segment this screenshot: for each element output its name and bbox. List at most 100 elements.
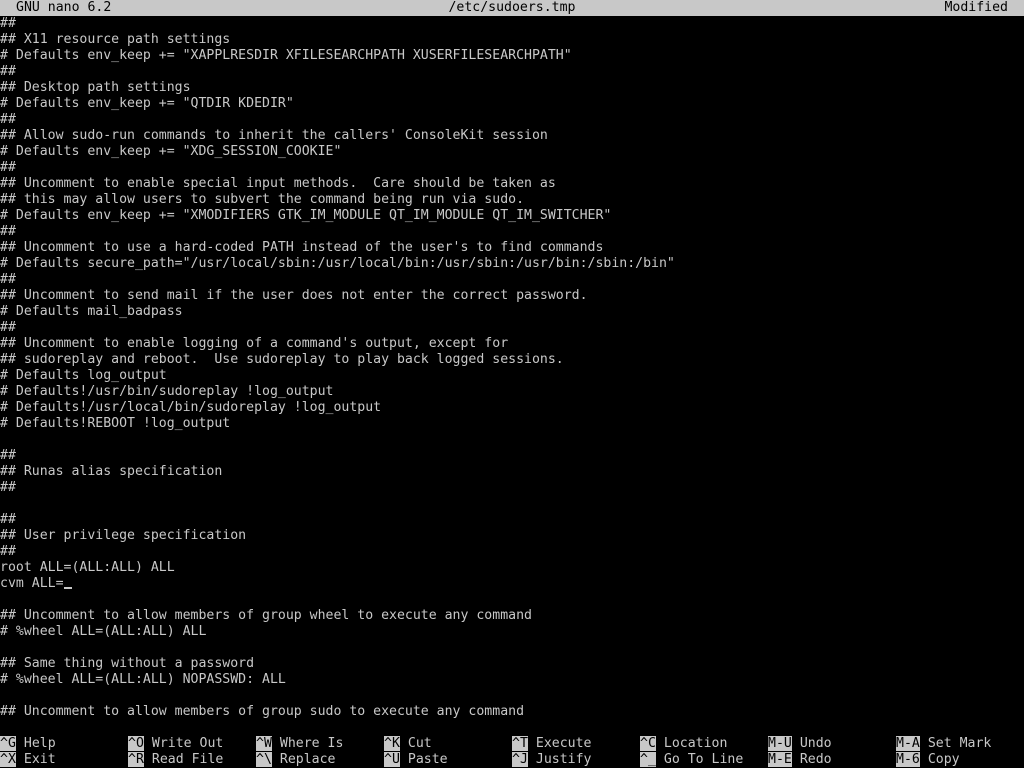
shortcut-set-mark[interactable]: M-A Set Mark: [896, 736, 991, 752]
text-line[interactable]: [0, 432, 1024, 448]
text-line[interactable]: ## Runas alias specification: [0, 464, 1024, 480]
shortcut-key: ^C: [640, 736, 656, 751]
shortcut-label: Exit: [23, 752, 56, 767]
text-line[interactable]: ## X11 resource path settings: [0, 32, 1024, 48]
line-text: # Defaults mail_badpass: [0, 304, 183, 319]
text-line[interactable]: ## Uncomment to allow members of group s…: [0, 704, 1024, 720]
shortcut-key: ^_: [640, 752, 656, 767]
text-line[interactable]: ## Uncomment to enable logging of a comm…: [0, 336, 1024, 352]
line-text: ## Uncomment to use a hard-coded PATH in…: [0, 240, 604, 255]
text-line[interactable]: ##: [0, 448, 1024, 464]
text-line[interactable]: ## Uncomment to enable special input met…: [0, 176, 1024, 192]
line-text: ## Uncomment to allow members of group s…: [0, 704, 525, 719]
shortcut-key: M-A: [896, 736, 920, 751]
shortcut-label: Go To Line: [663, 752, 744, 767]
text-line[interactable]: # Defaults log_output: [0, 368, 1024, 384]
text-line[interactable]: root ALL=(ALL:ALL) ALL: [0, 560, 1024, 576]
shortcut-row-2: ^X Exit ^R Read File ^\ Replace ^U Paste ^J Justi…: [0, 752, 1024, 768]
text-line[interactable]: ##: [0, 160, 1024, 176]
shortcut-copy[interactable]: M-6 Copy: [896, 752, 960, 768]
text-line[interactable]: ##: [0, 64, 1024, 80]
terminal-screen: GNU nano 6.2 /etc/sudoers.tmp Modified #…: [0, 0, 1024, 768]
text-line[interactable]: # Defaults env_keep += "QTDIR KDEDIR": [0, 96, 1024, 112]
shortcut-label: Undo: [799, 736, 832, 751]
line-text: ## Same thing without a password: [0, 656, 255, 671]
text-line[interactable]: ## Allow sudo-run commands to inherit th…: [0, 128, 1024, 144]
text-line[interactable]: # %wheel ALL=(ALL:ALL) NOPASSWD: ALL: [0, 672, 1024, 688]
text-line[interactable]: # Defaults secure_path="/usr/local/sbin:…: [0, 256, 1024, 272]
shortcut-key: ^J: [512, 752, 528, 767]
editor-buffer[interactable]: ## ## X11 resource path settings # Default…: [0, 16, 1024, 728]
text-line[interactable]: # Defaults!/usr/bin/sudoreplay !log_outp…: [0, 384, 1024, 400]
text-line[interactable]: [0, 592, 1024, 608]
shortcut-key: ^U: [384, 752, 400, 767]
shortcut-key: M-U: [768, 736, 792, 751]
shortcut-paste[interactable]: ^U Paste: [384, 752, 448, 768]
text-line[interactable]: ##: [0, 544, 1024, 560]
shortcut-label: Set Mark: [927, 736, 992, 751]
text-line[interactable]: # Defaults env_keep += "XDG_SESSION_COOK…: [0, 144, 1024, 160]
shortcut-label: Where Is: [279, 736, 344, 751]
text-line[interactable]: ## this may allow users to subvert the c…: [0, 192, 1024, 208]
shortcut-row-1: ^G Help ^O Write Out ^W Where Is ^K Cut ^T Execut…: [0, 736, 1024, 752]
text-line[interactable]: ## Uncomment to use a hard-coded PATH in…: [0, 240, 1024, 256]
text-line[interactable]: # Defaults env_keep += "XAPPLRESDIR XFIL…: [0, 48, 1024, 64]
text-line-cursor[interactable]: cvm ALL=: [0, 576, 1024, 592]
text-line[interactable]: ##: [0, 320, 1024, 336]
text-line[interactable]: ## Uncomment to allow members of group w…: [0, 608, 1024, 624]
shortcut-key: M-E: [768, 752, 792, 767]
line-text: ## Desktop path settings: [0, 80, 191, 95]
shortcut-bar: ^G Help ^O Write Out ^W Where Is ^K Cut ^T Execut…: [0, 736, 1024, 768]
shortcut-execute[interactable]: ^T Execute: [512, 736, 591, 752]
line-text: ##: [0, 224, 16, 239]
shortcut-exit[interactable]: ^X Exit: [0, 752, 56, 768]
shortcut-label: Replace: [279, 752, 336, 767]
line-text: ##: [0, 272, 16, 287]
text-line[interactable]: ##: [0, 224, 1024, 240]
text-line[interactable]: ## Desktop path settings: [0, 80, 1024, 96]
line-text: ##: [0, 320, 16, 335]
text-line[interactable]: ##: [0, 480, 1024, 496]
text-line[interactable]: [0, 496, 1024, 512]
shortcut-help[interactable]: ^G Help: [0, 736, 56, 752]
shortcut-where-is[interactable]: ^W Where Is: [256, 736, 343, 752]
text-line[interactable]: [0, 688, 1024, 704]
text-line[interactable]: ## User privilege specification: [0, 528, 1024, 544]
text-line[interactable]: [0, 640, 1024, 656]
shortcut-redo[interactable]: M-E Redo: [768, 752, 832, 768]
line-text: ## this may allow users to subvert the c…: [0, 192, 525, 207]
shortcut-key: ^R: [128, 752, 144, 767]
text-line[interactable]: ## Same thing without a password: [0, 656, 1024, 672]
shortcut-replace[interactable]: ^\ Replace: [256, 752, 335, 768]
text-line[interactable]: # Defaults mail_badpass: [0, 304, 1024, 320]
line-text: # %wheel ALL=(ALL:ALL) NOPASSWD: ALL: [0, 672, 286, 687]
shortcut-key: ^X: [0, 752, 16, 767]
file-name: /etc/sudoers.tmp: [448, 0, 576, 15]
shortcut-location[interactable]: ^C Location: [640, 736, 727, 752]
line-text: ## sudoreplay and reboot. Use sudoreplay…: [0, 352, 564, 367]
shortcut-key: ^O: [128, 736, 144, 751]
line-text: # Defaults env_keep += "XAPPLRESDIR XFIL…: [0, 48, 572, 63]
text-line[interactable]: # Defaults!/usr/local/bin/sudoreplay !lo…: [0, 400, 1024, 416]
line-text: # Defaults!REBOOT !log_output: [0, 416, 231, 431]
shortcut-go-to-line[interactable]: ^_ Go To Line: [640, 752, 743, 768]
shortcut-cut[interactable]: ^K Cut: [384, 736, 432, 752]
text-line[interactable]: ##: [0, 272, 1024, 288]
text-line[interactable]: ##: [0, 16, 1024, 32]
text-line[interactable]: ## Uncomment to send mail if the user do…: [0, 288, 1024, 304]
shortcut-justify[interactable]: ^J Justify: [512, 752, 591, 768]
text-line[interactable]: ## sudoreplay and reboot. Use sudoreplay…: [0, 352, 1024, 368]
text-line[interactable]: # Defaults!REBOOT !log_output: [0, 416, 1024, 432]
shortcut-label: Paste: [407, 752, 448, 767]
line-text: ##: [0, 512, 16, 527]
shortcut-label: Cut: [407, 736, 432, 751]
shortcut-read-file[interactable]: ^R Read File: [128, 752, 223, 768]
line-text: ##: [0, 160, 16, 175]
shortcut-undo[interactable]: M-U Undo: [768, 736, 832, 752]
text-line[interactable]: ##: [0, 512, 1024, 528]
line-text: ## Runas alias specification: [0, 464, 223, 479]
shortcut-write-out[interactable]: ^O Write Out: [128, 736, 223, 752]
text-line[interactable]: ##: [0, 112, 1024, 128]
text-line[interactable]: # %wheel ALL=(ALL:ALL) ALL: [0, 624, 1024, 640]
text-line[interactable]: # Defaults env_keep += "XMODIFIERS GTK_I…: [0, 208, 1024, 224]
